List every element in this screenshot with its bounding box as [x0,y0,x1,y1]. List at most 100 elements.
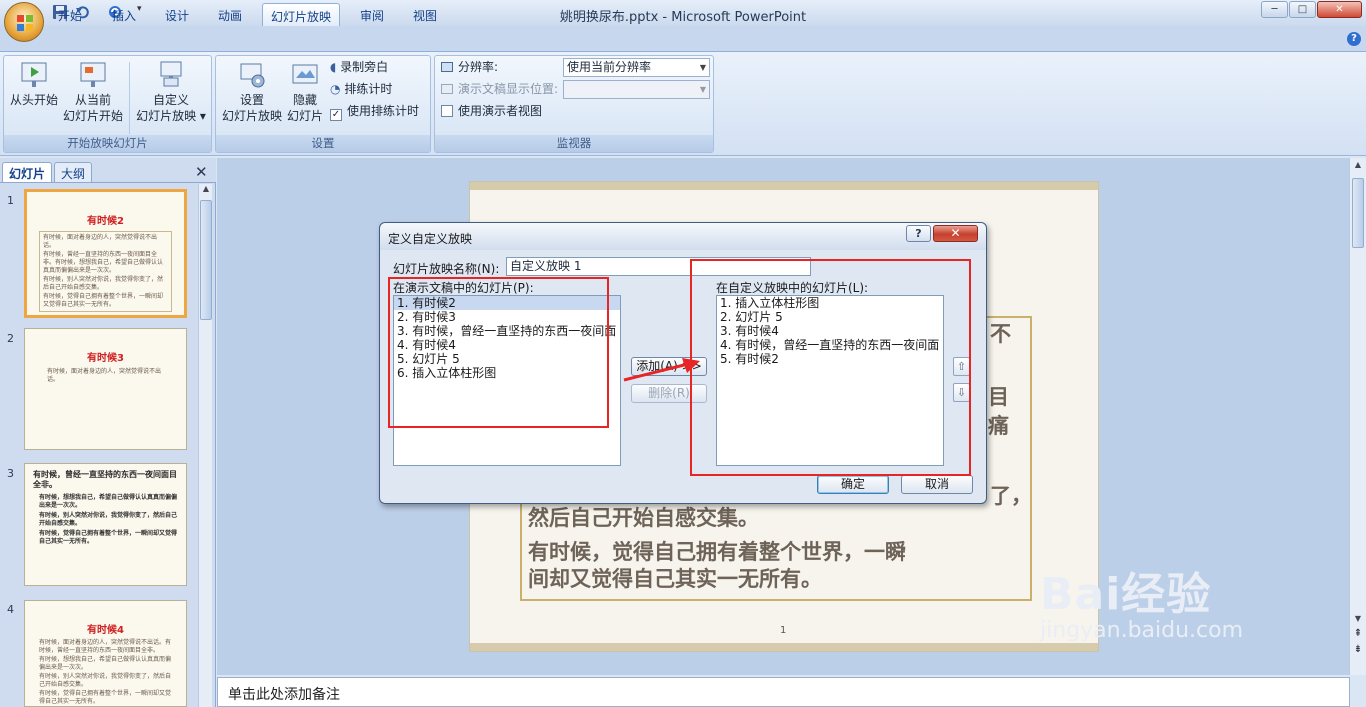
show-on-dropdown[interactable]: ▼ [563,80,710,99]
from-beginning-button[interactable]: 从头开始 [8,60,60,108]
dialog-close-button[interactable]: ✕ [933,225,978,242]
setup-show-button[interactable]: 设置 幻灯片放映 [219,60,285,124]
thumbnail-line: 有时候，觉得自己拥有着整个世界，一瞬间却又觉得自己其实一无所有。 [43,293,164,308]
tab-view[interactable]: 视图 [405,3,445,26]
scrollbar-thumb[interactable] [200,200,212,320]
slide-bottom-band [470,643,1098,651]
hide-slide-button[interactable]: 隐藏 幻灯片 [285,60,325,124]
slide-text-fragment: 痛 [988,414,1009,438]
record-narration-label: 录制旁白 [340,60,389,74]
slide-text-line: 间却又觉得自己其实一无所有。 [528,567,822,591]
slide-text-fragment: 了， [990,484,1032,508]
thumbnail-number: 1 [7,194,14,207]
chevron-down-icon: ▼ [699,63,706,72]
annotation-box-left [388,277,609,428]
tab-home[interactable]: 开始 [50,3,90,26]
resolution-label: 分辨率: [458,60,499,74]
thumbnail-line: 有时候，想想我自己，希望自己做得认认真真而偏偏出来是一次次。 [39,656,172,671]
group-label: 开始放映幻灯片 [4,135,211,152]
thumbnail-line: 有时候，别人突然对你说，我觉得你变了，然后自己开始自感交集。 [39,512,178,527]
cancel-button[interactable]: 取消 [901,475,973,494]
group-label: 设置 [216,135,430,152]
rehearse-timings-label: 排练计时 [344,82,393,96]
use-rehearsed-timings-checkbox[interactable]: ✓ 使用排练计时 [330,101,419,121]
minimize-button[interactable]: ─ [1261,1,1288,18]
checkbox-unchecked-icon [441,105,453,117]
slides-pane-scrollbar[interactable]: ▲ [198,184,212,707]
thumbnail-line: 有时候，面对着身边的人，突然觉得说不出话。有时候，曾经一直坚持的东西一夜间面目全… [39,639,172,654]
chevron-down-icon: ▼ [699,85,706,94]
tab-design[interactable]: 设计 [157,3,197,26]
slideshow-play-icon [21,62,47,87]
record-narration-button[interactable]: ◖ 录制旁白 [330,57,388,77]
thumbnail-number: 4 [7,603,14,616]
from-current-label-1: 从当前 [74,93,111,107]
group-label: 监视器 [435,135,713,152]
slide-text-line: 有时候，觉得自己拥有着整个世界，一瞬 [528,540,906,564]
editor-scrollbar[interactable]: ▲ ▼ ⇞ ⇟ [1349,158,1366,675]
checkbox-checked-icon: ✓ [330,109,342,121]
thumbnail-line: 有时候，面对着身边的人，突然觉得说不出话。 [43,234,158,249]
thumbnail-title: 有时候3 [87,353,124,364]
tab-insert[interactable]: 插入 [104,3,144,26]
thumbnail-line: 有时候，觉得自己拥有着整个世界，一瞬间却又觉得自己其实一无所有。 [39,690,172,705]
slide-text-line: 然后自己开始自感交集。 [528,506,759,530]
divider [0,182,216,183]
thumbnail-line: 有时候，别人突然对你说，我觉得你变了，然后自己开始自感交集。 [39,673,172,688]
maximize-button[interactable]: □ [1289,1,1316,18]
slide-thumbnail-2[interactable]: 有时候3 有时候，面对着身边的人，突然觉得说不出话。 [24,328,187,450]
scroll-up-icon[interactable]: ▲ [200,184,212,196]
thumbnail-line: 有时候，曾经一直坚持的东西一夜间面目全非。有时候，想想我自己，希望自己做得认认真… [43,251,164,274]
help-icon[interactable]: ? [1347,32,1361,46]
scroll-up-icon[interactable]: ▲ [1352,160,1364,172]
close-window-button[interactable]: ✕ [1317,1,1362,18]
baidu-watermark: Bai经验 jingyan.baidu.com [1040,558,1243,643]
show-on-monitor-icon [441,84,453,94]
use-rehearsed-label: 使用排练计时 [347,104,420,118]
setup-show-icon [240,63,265,88]
rehearse-timings-button[interactable]: ◔ 排练计时 [330,79,392,99]
notes-pane[interactable]: 单击此处添加备注 [217,677,1350,707]
slide-thumbnail-4[interactable]: 有时候4 有时候，面对着身边的人，突然觉得说不出话。有时候，曾经一直坚持的东西一… [24,600,187,707]
presenter-view-checkbox[interactable]: 使用演示者视图 [441,101,542,121]
microphone-icon: ◖ [330,60,337,74]
close-icon[interactable]: ✕ [195,163,208,181]
dialog-help-button[interactable]: ? [906,225,931,242]
hide-slide-label-1: 隐藏 [292,93,317,107]
from-current-button[interactable]: 从当前 幻灯片开始 [62,60,124,124]
slide-text-fragment: 不 [990,322,1011,346]
tab-slides-pane[interactable]: 幻灯片 [2,162,53,182]
slide-thumbnail-1[interactable]: 有时候2 有时候，面对着身边的人，突然觉得说不出话。 有时候，曾经一直坚持的东西… [24,189,187,318]
show-on-label: 演示文稿显示位置: [458,82,559,96]
divider [129,62,130,134]
monitor-icon [441,62,453,72]
thumbnail-number: 3 [7,467,14,480]
next-slide-icon[interactable]: ⇟ [1352,644,1364,656]
custom-slideshow-button[interactable]: 自定义 幻灯片放映 ▾ [134,60,208,124]
hide-slide-label-2: 幻灯片 [286,109,323,123]
office-button[interactable] [4,2,44,42]
presenter-view-label: 使用演示者视图 [458,104,543,118]
resolution-label-row: 分辨率: [441,57,498,77]
previous-slide-icon[interactable]: ⇞ [1352,628,1364,640]
annotation-box-right [690,259,971,476]
scroll-down-icon[interactable]: ▼ [1352,614,1364,626]
tab-animations[interactable]: 动画 [210,3,250,26]
tab-review[interactable]: 审阅 [352,3,392,26]
thumbnail-title: 有时候4 [87,625,124,636]
notes-placeholder: 单击此处添加备注 [228,687,340,703]
ok-button[interactable]: 确定 [817,475,889,494]
window-title: 姚明换尿布.pptx - Microsoft PowerPoint [559,10,807,25]
slide-thumbnail-3[interactable]: 有时候，曾经一直坚持的东西一夜间面目全非。 有时候，想想我自己，希望自己做得认认… [24,463,187,586]
setup-show-label-2: 幻灯片放映 [221,109,282,123]
watermark-brand: Bai经验 [1040,569,1212,620]
tab-slide-show[interactable]: 幻灯片放映 [262,3,341,26]
tab-outline-pane[interactable]: 大纲 [54,162,93,182]
resolution-value: 使用当前分辨率 [567,60,652,74]
thumbnail-title: 有时候2 [87,216,124,227]
ribbon-tabs [0,26,1366,52]
custom-show-label-1: 自定义 [152,93,189,107]
scrollbar-thumb[interactable] [1352,178,1364,248]
annotation-arrow-icon [623,358,700,382]
resolution-dropdown[interactable]: 使用当前分辨率 ▼ [563,58,710,77]
